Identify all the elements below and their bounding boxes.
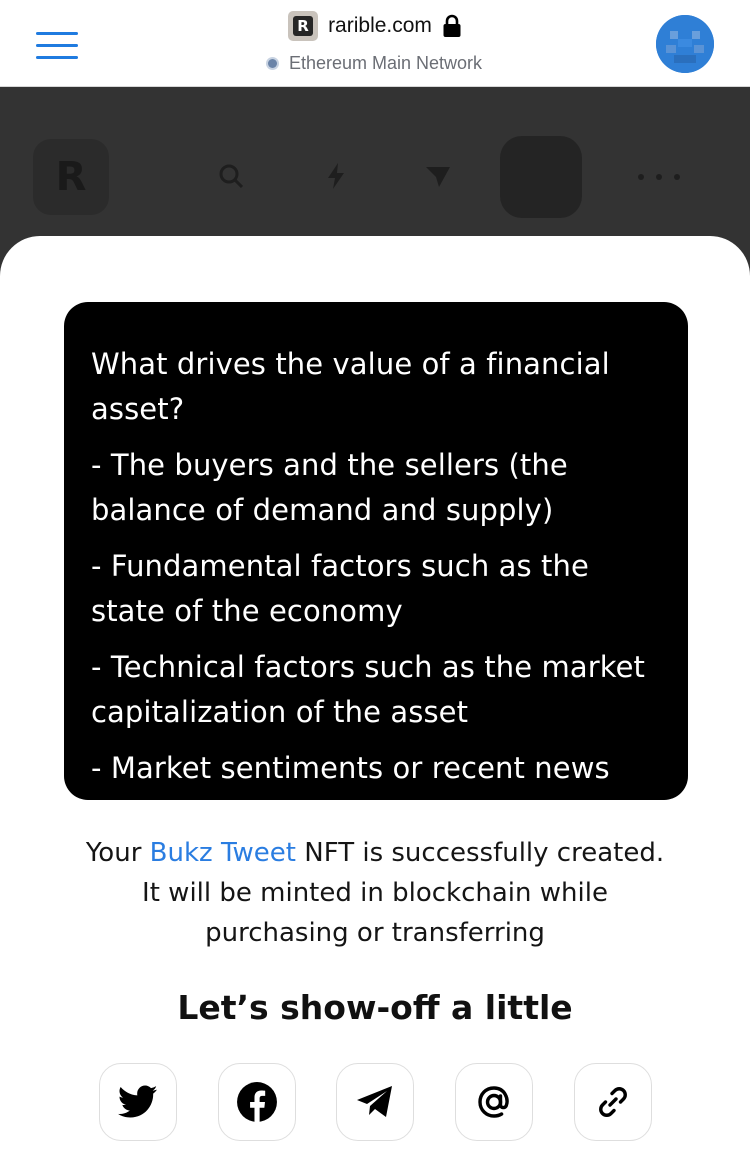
account-avatar[interactable] bbox=[656, 15, 714, 73]
send-icon bbox=[426, 167, 450, 187]
network-status-dot bbox=[267, 58, 277, 68]
network-indicator[interactable]: Ethereum Main Network bbox=[0, 50, 750, 76]
link-icon bbox=[599, 1087, 627, 1117]
email-icon bbox=[478, 1086, 509, 1118]
lightning-icon bbox=[328, 163, 344, 189]
share-copy-link-button[interactable] bbox=[574, 1063, 652, 1141]
profile-thumbnail bbox=[500, 136, 582, 218]
share-heading: Let’s show-off a little bbox=[177, 988, 573, 1027]
success-message: Your Bukz Tweet NFT is successfully crea… bbox=[40, 833, 710, 953]
share-twitter-button[interactable] bbox=[99, 1063, 177, 1141]
more-icon bbox=[638, 174, 680, 180]
avatar-identicon bbox=[656, 15, 714, 73]
address-bar[interactable]: R rarible.com bbox=[0, 10, 750, 42]
site-favicon-letter: R bbox=[293, 16, 314, 36]
share-facebook-button[interactable] bbox=[218, 1063, 296, 1141]
telegram-icon bbox=[357, 1086, 392, 1117]
nft-name-link[interactable]: Bukz Tweet bbox=[150, 838, 296, 868]
nft-preview-card: What drives the value of a financial ass… bbox=[64, 302, 688, 800]
site-favicon: R bbox=[288, 11, 319, 41]
search-icon bbox=[219, 164, 244, 189]
success-line-3: purchasing or transferring bbox=[205, 918, 545, 948]
tweet-line: What drives the value of a financial ass… bbox=[91, 347, 610, 426]
lock-icon bbox=[443, 14, 461, 37]
twitter-icon bbox=[118, 1085, 158, 1118]
rarible-logo: R bbox=[33, 139, 109, 215]
url-text: rarible.com bbox=[328, 14, 432, 37]
success-line-1: Your Bukz Tweet NFT is successfully crea… bbox=[85, 838, 665, 868]
browser-header: R rarible.com Ethereum Main Network bbox=[0, 0, 750, 87]
network-name: Ethereum Main Network bbox=[288, 52, 483, 73]
success-line-2: It will be minted in blockchain while bbox=[142, 878, 608, 908]
tweet-line: - Market sentiments or recent news bbox=[91, 751, 610, 785]
tweet-line: - Technical factors such as the market c… bbox=[91, 650, 646, 729]
facebook-icon bbox=[237, 1082, 277, 1123]
share-email-button[interactable] bbox=[455, 1063, 533, 1141]
page: R rarible.com Ethereum Main Network R Wh… bbox=[0, 0, 750, 1164]
tweet-line: - The buyers and the sellers (the balanc… bbox=[91, 448, 568, 527]
tweet-line: - Fundamental factors such as the state … bbox=[91, 549, 589, 628]
share-telegram-button[interactable] bbox=[336, 1063, 414, 1141]
share-buttons bbox=[0, 1063, 750, 1143]
